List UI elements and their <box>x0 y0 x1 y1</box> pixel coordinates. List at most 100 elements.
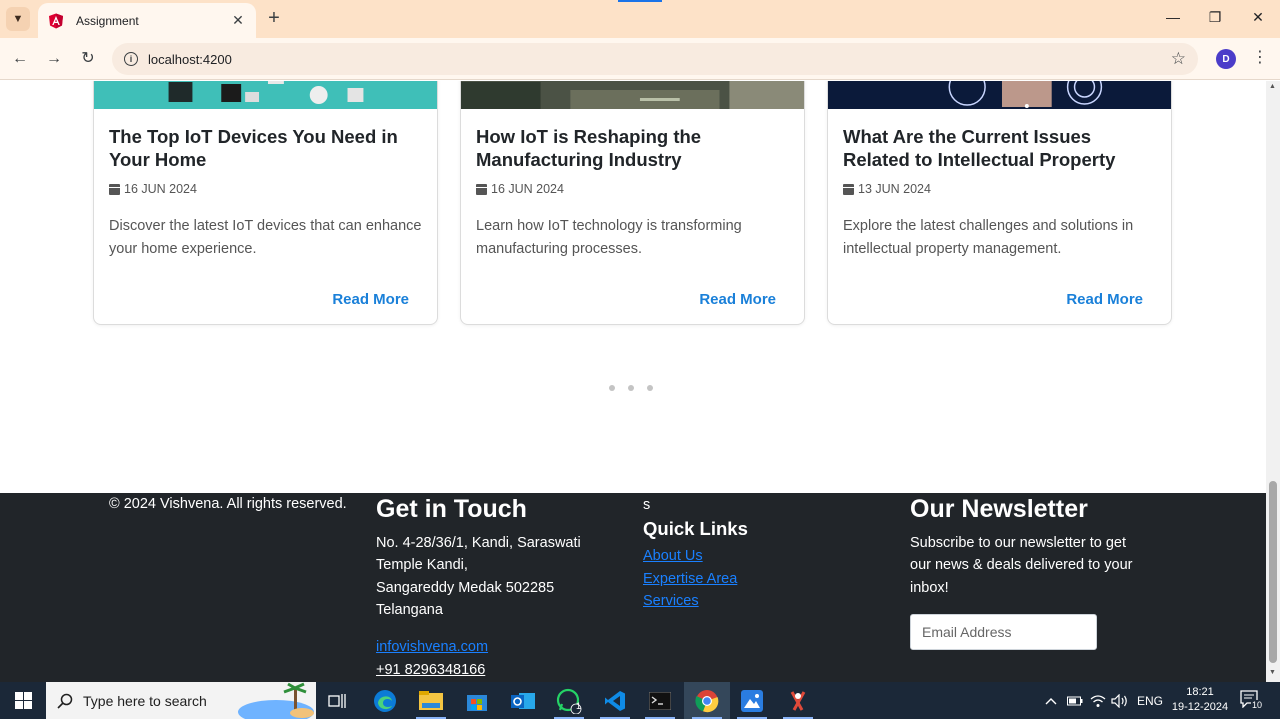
card-title[interactable]: How IoT is Reshaping the Manufacturing I… <box>476 125 791 171</box>
intellectual-property-image <box>828 81 1171 109</box>
search-icon <box>57 693 73 709</box>
tab-title: Assignment <box>76 13 139 28</box>
card-date: 16 JUN 2024 <box>476 182 564 196</box>
tab-assignment[interactable]: Assignment ✕ <box>38 3 256 38</box>
card-date: 13 JUN 2024 <box>843 182 931 196</box>
calendar-icon <box>843 183 854 195</box>
page-viewport: The Top IoT Devices You Need in Your Hom… <box>0 81 1266 682</box>
notification-icon[interactable]: 10 <box>1240 690 1264 710</box>
read-more-link[interactable]: Read More <box>332 291 409 308</box>
card-date-text: 16 JUN 2024 <box>124 182 197 196</box>
whatsapp-badge: 1 <box>576 701 582 711</box>
top-indicator <box>618 0 662 2</box>
calendar-icon <box>109 183 120 195</box>
card-date: 16 JUN 2024 <box>109 182 197 196</box>
file-explorer-icon[interactable] <box>418 688 444 714</box>
carousel-dot[interactable] <box>628 385 634 391</box>
email-link[interactable]: infovishvena.com <box>376 639 488 655</box>
card-date-text: 13 JUN 2024 <box>858 182 931 196</box>
page-scrollbar[interactable]: ▲ ▼ <box>1266 81 1280 682</box>
start-button[interactable] <box>0 682 46 719</box>
quick-link-about-us[interactable]: About Us <box>643 548 703 564</box>
carousel-dot[interactable] <box>609 385 615 391</box>
microsoft-store-icon[interactable] <box>464 688 490 714</box>
card-description: Discover the latest IoT devices that can… <box>109 218 422 257</box>
vscode-icon[interactable] <box>602 688 628 714</box>
tab-search-chevron-icon[interactable]: ▼ <box>6 7 30 31</box>
terminal-icon[interactable] <box>647 688 673 714</box>
manufacturing-image <box>461 81 804 109</box>
address-line-3: Sangareddy Medak 502285 <box>376 580 555 596</box>
newsletter-heading: Our Newsletter <box>910 495 1088 523</box>
language-indicator[interactable]: ENG <box>1137 682 1163 719</box>
card-date-text: 16 JUN 2024 <box>491 182 564 196</box>
read-more-link[interactable]: Read More <box>1066 291 1143 308</box>
url-text[interactable]: localhost:4200 <box>148 52 1171 67</box>
reload-icon[interactable]: ↻ <box>77 48 99 70</box>
scroll-thumb[interactable] <box>1269 481 1277 663</box>
wifi-icon[interactable] <box>1090 682 1106 719</box>
card-description: Explore the latest challenges and soluti… <box>843 218 1134 257</box>
blog-card: How IoT is Reshaping the Manufacturing I… <box>460 81 805 325</box>
system-clock[interactable]: 18:21 19-12-2024 <box>1170 685 1230 715</box>
blog-card: The Top IoT Devices You Need in Your Hom… <box>93 81 438 325</box>
windows-logo-icon <box>14 692 32 709</box>
quick-links-heading: Quick Links <box>643 518 748 539</box>
chrome-icon[interactable] <box>694 688 720 714</box>
scroll-down-arrow-icon[interactable]: ▼ <box>1269 669 1276 676</box>
newsletter-text-1: Subscribe to our newsletter to get <box>910 535 1127 551</box>
close-window-icon[interactable]: ✕ <box>1244 9 1272 26</box>
profile-avatar[interactable]: D <box>1216 49 1236 69</box>
carousel-indicators <box>609 385 653 391</box>
calendar-icon <box>476 183 487 195</box>
address-bar[interactable]: i localhost:4200 ☆ <box>112 43 1198 75</box>
browser-tab-strip: ▼ Assignment ✕ + — ❐ ✕ <box>0 0 1280 38</box>
snipping-tool-icon[interactable] <box>785 688 811 714</box>
address-line-4: Telangana <box>376 602 443 618</box>
site-info-icon[interactable]: i <box>124 52 138 66</box>
scroll-up-arrow-icon[interactable]: ▲ <box>1269 83 1276 90</box>
more-menu-icon[interactable]: ⋮ <box>1252 48 1268 68</box>
volume-icon[interactable] <box>1111 682 1129 719</box>
iot-devices-image <box>94 81 437 109</box>
close-tab-icon[interactable]: ✕ <box>230 12 246 29</box>
phone-link[interactable]: +91 8296348166 <box>376 662 485 678</box>
read-more-link[interactable]: Read More <box>699 291 776 308</box>
forward-icon[interactable]: → <box>43 48 65 70</box>
bookmark-star-icon[interactable]: ☆ <box>1171 49 1186 69</box>
windows-taskbar: Type here to search 1 ENG 18:21 19-12-20… <box>0 682 1280 719</box>
battery-icon[interactable] <box>1067 682 1083 719</box>
site-footer: © 2024 Vishvena. All rights reserved. Ge… <box>0 493 1266 682</box>
stray-text: s <box>643 497 651 513</box>
edge-icon[interactable] <box>372 688 398 714</box>
notification-count: 10 <box>1251 700 1264 710</box>
photos-icon[interactable] <box>739 688 765 714</box>
taskbar-search[interactable]: Type here to search <box>46 682 316 719</box>
task-view-icon[interactable] <box>324 688 350 714</box>
newsletter-email-input[interactable] <box>910 614 1097 650</box>
chevron-up-icon[interactable] <box>1044 696 1058 706</box>
restore-icon[interactable]: ❐ <box>1201 9 1229 26</box>
outlook-icon[interactable] <box>510 688 536 714</box>
carousel-dot[interactable] <box>647 385 653 391</box>
newsletter-text-3: inbox! <box>910 580 949 596</box>
newsletter-text-2: our news & deals delivered to your <box>910 557 1133 573</box>
search-placeholder[interactable]: Type here to search <box>83 693 207 709</box>
minimize-icon[interactable]: — <box>1159 9 1187 25</box>
clock-date: 19-12-2024 <box>1171 701 1229 713</box>
quick-link-services[interactable]: Services <box>643 593 699 609</box>
blog-card: What Are the Current Issues Related to I… <box>827 81 1172 325</box>
browser-toolbar: ← → ↻ i localhost:4200 ☆ D ⋮ <box>0 38 1280 80</box>
quick-link-expertise-area[interactable]: Expertise Area <box>643 571 737 587</box>
clock-time: 18:21 <box>1186 686 1214 698</box>
contact-heading: Get in Touch <box>376 495 527 523</box>
angular-icon <box>49 13 63 28</box>
copyright-text: © 2024 Vishvena. All rights reserved. <box>109 496 347 512</box>
new-tab-icon[interactable]: + <box>264 8 284 28</box>
back-icon[interactable]: ← <box>9 48 31 70</box>
card-title[interactable]: What Are the Current Issues Related to I… <box>843 125 1158 171</box>
card-title[interactable]: The Top IoT Devices You Need in Your Hom… <box>109 125 424 171</box>
search-highlight-icon <box>238 682 314 719</box>
show-hidden-icons[interactable] <box>1044 682 1058 719</box>
address-line-2: Temple Kandi, <box>376 557 468 573</box>
